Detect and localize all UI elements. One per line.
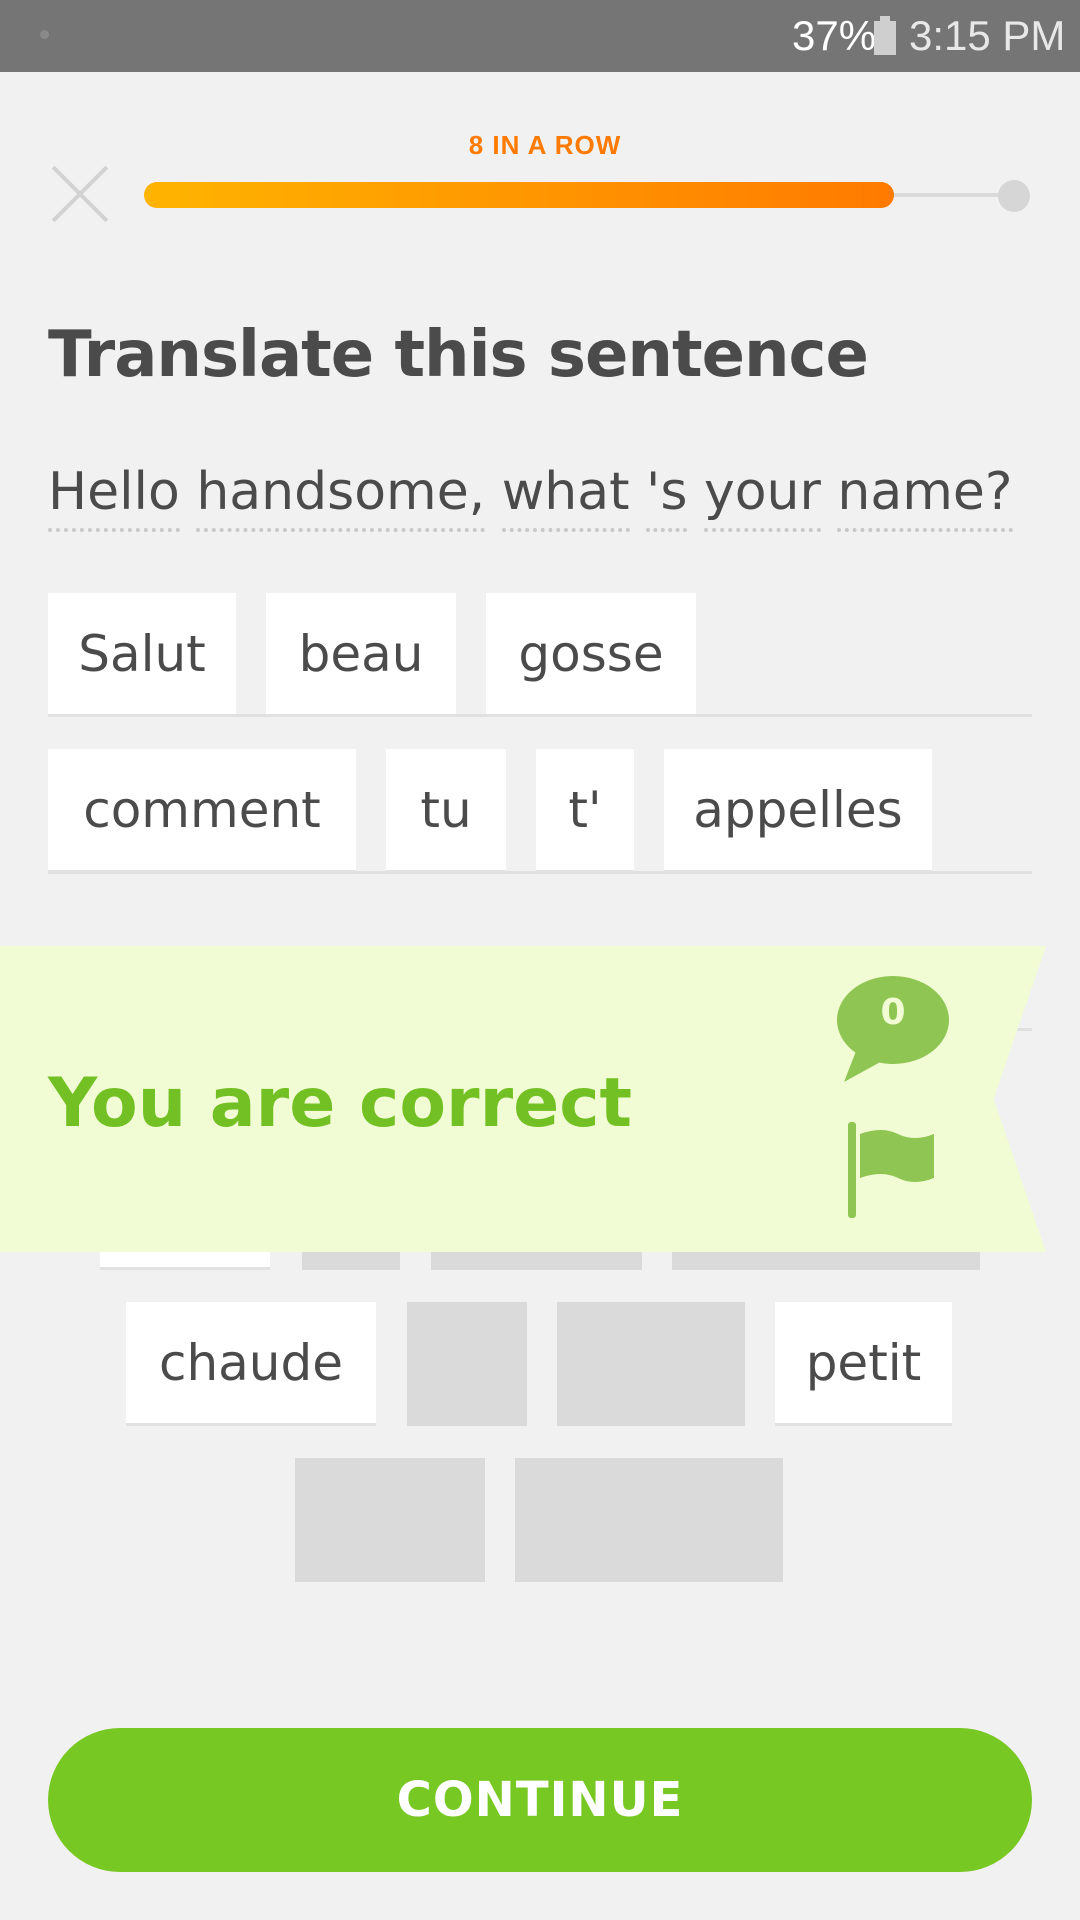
flag-icon[interactable] <box>846 1122 936 1218</box>
word-bank-slot-used <box>557 1302 745 1426</box>
prompt-sentence: Hello handsome, what 's your name? <box>48 462 1013 532</box>
battery-icon <box>874 16 896 55</box>
progress-bar <box>144 182 894 208</box>
word-bank-slot-used <box>515 1458 783 1582</box>
progress-end-dot <box>998 180 1030 212</box>
battery-percent: 37% <box>792 12 877 59</box>
prompt-word[interactable]: your <box>703 462 821 532</box>
notification-dot <box>40 30 49 39</box>
prompt-word[interactable]: handsome, <box>196 462 486 532</box>
word-bank-slot-used <box>407 1302 527 1426</box>
answer-tile[interactable]: beau <box>266 593 456 717</box>
prompt-word[interactable]: Hello <box>48 462 180 532</box>
word-bank-tile[interactable]: chaude <box>126 1302 376 1426</box>
word-bank-tile[interactable]: petit <box>775 1302 952 1426</box>
prompt-word[interactable]: what <box>501 462 630 532</box>
word-bank-slot-used <box>295 1458 485 1582</box>
status-bar: 37% 3:15 PM <box>0 0 1080 72</box>
page-title: Translate this sentence <box>48 318 869 392</box>
feedback-message: You are correct <box>48 1064 633 1143</box>
close-icon[interactable] <box>48 162 112 226</box>
streak-label: 8 IN A ROW <box>468 130 622 160</box>
prompt-word[interactable]: name? <box>837 462 1013 532</box>
prompt-word[interactable]: 's <box>646 462 688 532</box>
comment-count: 0 <box>880 992 906 1033</box>
continue-button[interactable]: CONTINUE <box>48 1728 1032 1872</box>
answer-tile[interactable]: t' <box>536 749 634 873</box>
clock: 3:15 PM <box>909 12 1066 59</box>
answer-tile[interactable]: appelles <box>664 749 932 873</box>
answer-tile[interactable]: comment <box>48 749 356 873</box>
answer-tile[interactable]: gosse <box>486 593 696 717</box>
answer-tile[interactable]: Salut <box>48 593 236 717</box>
answer-tile[interactable]: tu <box>386 749 506 873</box>
